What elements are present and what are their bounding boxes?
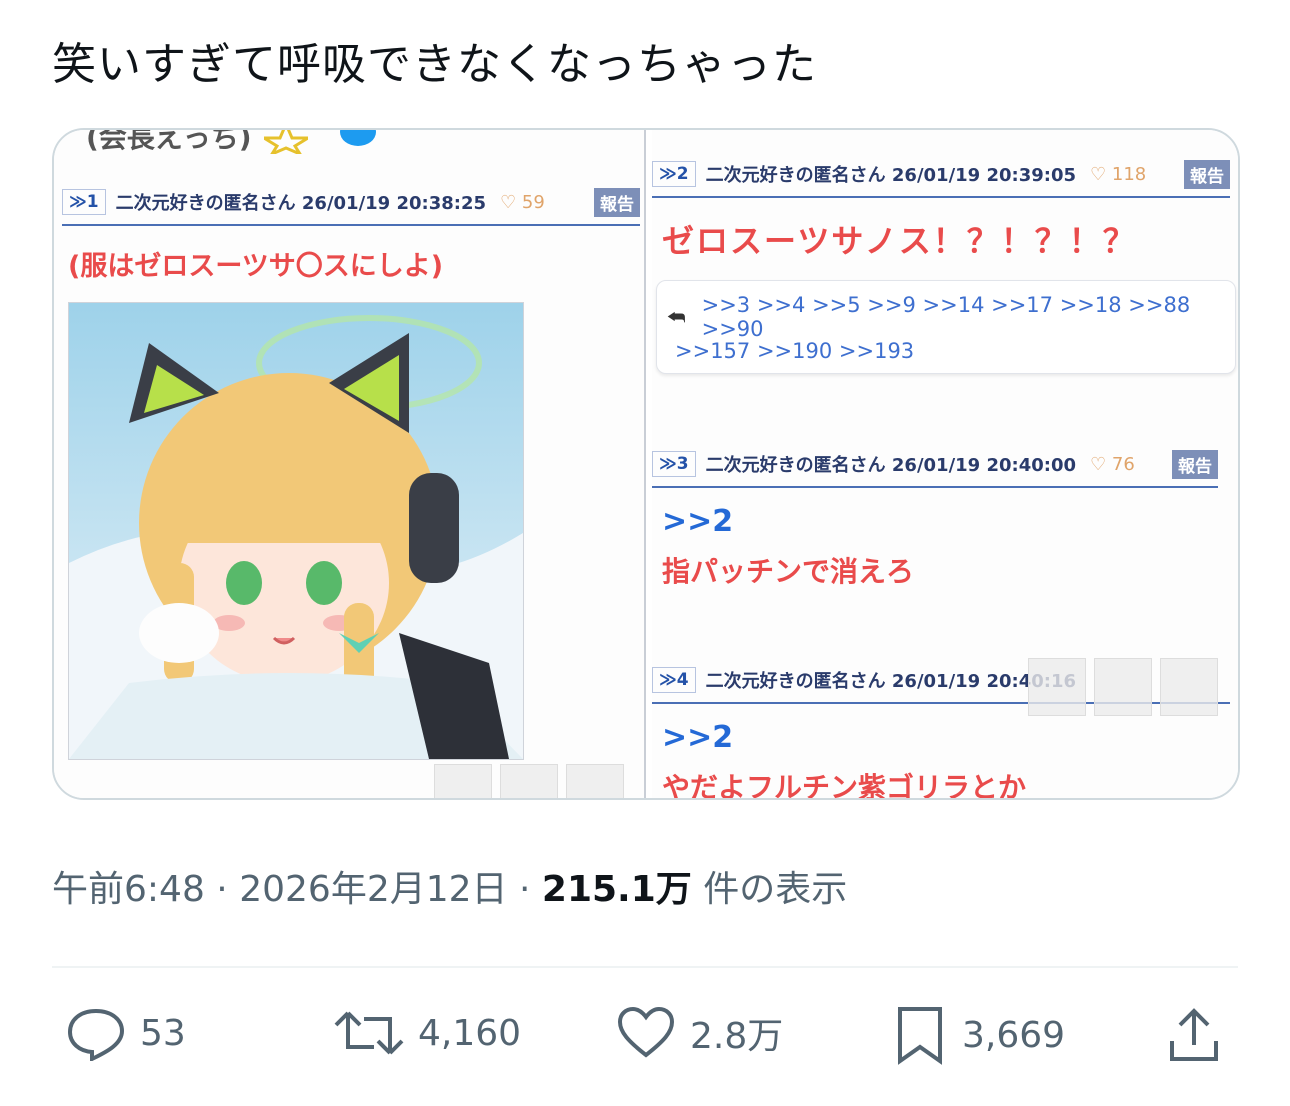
anchor-link[interactable]: >>2	[662, 720, 733, 755]
like-count: 2.8万	[690, 1016, 784, 1057]
post-author-date: 二次元好きの匿名さん 26/01/19 20:38:25	[115, 193, 487, 214]
panel-divider	[644, 130, 646, 798]
gear-icon[interactable]	[566, 764, 624, 798]
like-button[interactable]: 2.8万	[616, 1005, 783, 1061]
divider	[52, 966, 1238, 968]
reply-arrow-icon: ⮪	[667, 305, 686, 329]
anchor-link[interactable]: >>2	[662, 504, 733, 539]
bookmark-icon	[898, 1007, 942, 1065]
post-number[interactable]: ≫3	[652, 451, 696, 477]
reply-button[interactable]: 53	[66, 1005, 186, 1061]
reply-count: 53	[140, 1012, 186, 1054]
report-button[interactable]: 報告	[1184, 159, 1230, 189]
tweet-media-image[interactable]: (会長えっち) ≫1 二次元好きの匿名さん 26/01/19 20:38:25 …	[52, 128, 1240, 800]
heart-icon	[617, 1006, 675, 1058]
retweet-count: 4,160	[418, 1012, 522, 1054]
share-icon	[1170, 1008, 1218, 1061]
post-body: やだよフルチン紫ゴリラとか	[662, 771, 1027, 800]
scroll-up-icon[interactable]	[434, 764, 492, 798]
retweet-icon	[334, 1011, 404, 1055]
post-likes[interactable]: ♡ 76	[1090, 454, 1135, 475]
scroll-up-icon[interactable]	[1028, 658, 1086, 716]
post-body: (服はゼロスーツサ〇スにしよ)	[68, 251, 444, 282]
report-button[interactable]: 報告	[1172, 449, 1218, 479]
share-button[interactable]	[1166, 1005, 1236, 1065]
post-number[interactable]: ≫4	[652, 667, 696, 693]
star-icon	[264, 130, 308, 154]
tweet-text: 笑いすぎて呼吸できなくなっちゃった	[52, 39, 817, 90]
edit-icon[interactable]	[500, 764, 558, 798]
separator: ·	[519, 869, 531, 910]
tweet-time[interactable]: 午前6:48	[52, 869, 205, 910]
anime-girl-illustration	[68, 302, 524, 760]
screenshot-left-panel: (会長えっち) ≫1 二次元好きの匿名さん 26/01/19 20:38:25 …	[54, 130, 644, 798]
post-header-2: ≫2 二次元好きの匿名さん 26/01/19 20:39:05 ♡ 118 報告	[652, 152, 1230, 198]
report-button[interactable]: 報告	[594, 187, 640, 217]
view-count: 215.1万	[541, 869, 692, 910]
post-likes[interactable]: ♡ 118	[1090, 164, 1146, 185]
post-body: 指パッチンで消えろ	[662, 555, 915, 588]
post-number[interactable]: ≫1	[62, 189, 106, 215]
post-likes[interactable]: ♡ 59	[500, 192, 545, 213]
partial-heading: (会長えっち)	[86, 128, 252, 154]
post-body: ゼロスーツサノス！？！？！？	[662, 222, 1137, 260]
action-bar: 53 4,160 2.8万 3,669	[0, 1005, 1290, 1075]
gear-icon[interactable]	[1160, 658, 1218, 716]
retweet-button[interactable]: 4,160	[334, 1005, 521, 1061]
post-author-date: 二次元好きの匿名さん 26/01/19 20:39:05	[705, 165, 1077, 186]
bird-icon	[340, 130, 376, 146]
tweet-date[interactable]: 2026年2月12日	[239, 869, 507, 910]
post-author-date: 二次元好きの匿名さん 26/01/19 20:40:16	[705, 671, 1077, 692]
bookmark-button[interactable]: 3,669	[892, 1005, 1065, 1065]
screenshot-right-panel: ≫2 二次元好きの匿名さん 26/01/19 20:39:05 ♡ 118 報告…	[652, 130, 1238, 798]
reply-links[interactable]: >>3 >>4 >>5 >>9 >>14 >>17 >>18 >>88 >>90	[702, 293, 1235, 341]
tweet-meta: 午前6:48 · 2026年2月12日 · 215.1万 件の表示	[52, 860, 847, 912]
edit-icon[interactable]	[1094, 658, 1152, 716]
post-header-1: ≫1 二次元好きの匿名さん 26/01/19 20:38:25 ♡ 59 報告	[62, 180, 640, 226]
reply-icon	[67, 1008, 125, 1061]
post-author-date: 二次元好きの匿名さん 26/01/19 20:40:00	[705, 455, 1077, 476]
post-header-3: ≫3 二次元好きの匿名さん 26/01/19 20:40:00 ♡ 76 報告	[652, 442, 1218, 488]
bookmark-count: 3,669	[962, 1014, 1066, 1056]
view-label: 件の表示	[703, 869, 848, 910]
separator: ·	[216, 869, 228, 910]
reply-links[interactable]: >>157 >>190 >>193	[675, 339, 914, 363]
reply-links-box: ⮪ >>3 >>4 >>5 >>9 >>14 >>17 >>18 >>88 >>…	[656, 280, 1236, 374]
post-number[interactable]: ≫2	[652, 161, 696, 187]
